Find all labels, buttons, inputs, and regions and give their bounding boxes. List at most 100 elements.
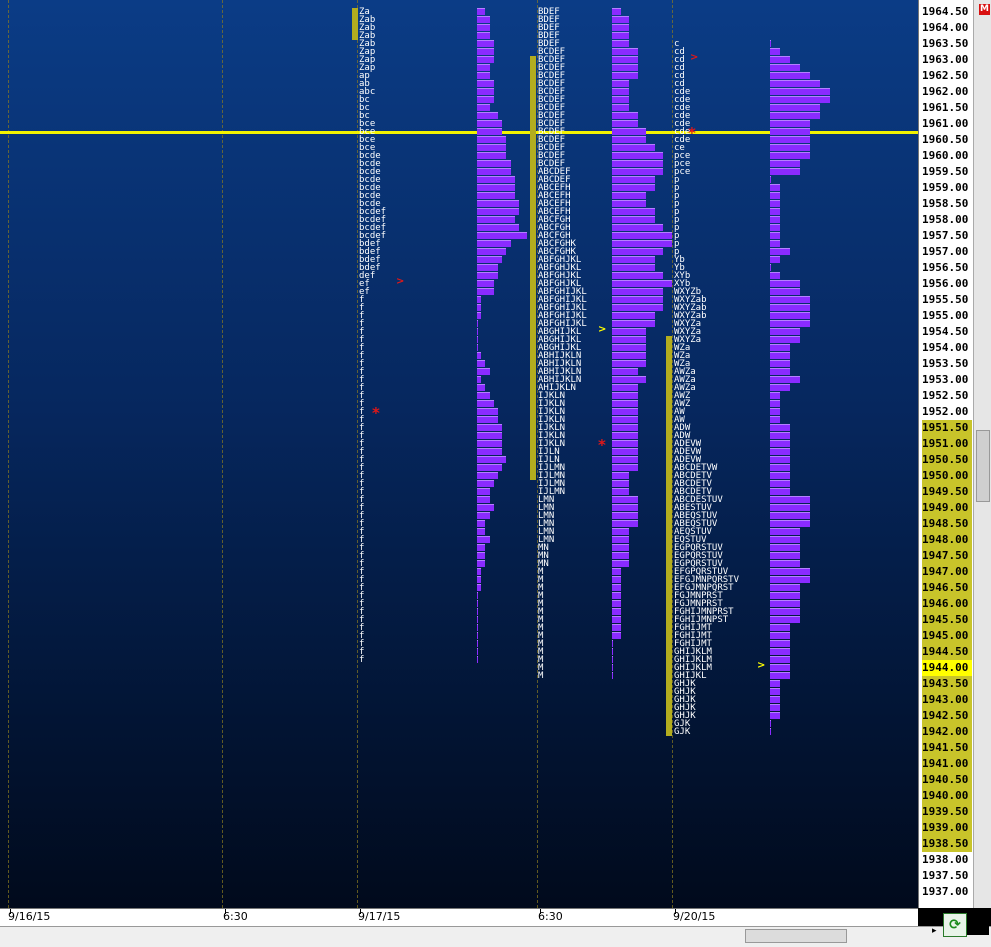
volume-bar xyxy=(770,384,790,391)
volume-bar xyxy=(612,216,655,223)
volume-bar xyxy=(477,376,482,383)
volume-bar xyxy=(477,248,507,255)
volume-bar xyxy=(477,640,478,647)
volume-bar xyxy=(770,176,771,183)
volume-bar xyxy=(612,128,646,135)
price-label: 1963.00 xyxy=(922,53,969,66)
volume-bar xyxy=(770,152,810,159)
price-label: 1959.50 xyxy=(922,165,969,178)
volume-bar xyxy=(612,288,663,295)
volume-bar xyxy=(770,664,790,671)
volume-bar xyxy=(612,464,638,471)
price-label: 1946.00 xyxy=(922,596,972,612)
price-label: 1948.00 xyxy=(922,532,972,548)
price-label: 1954.00 xyxy=(922,341,969,354)
volume-bar xyxy=(477,104,490,111)
volume-bar xyxy=(770,312,810,319)
vertical-scrollbar[interactable] xyxy=(973,0,991,908)
volume-bar xyxy=(612,24,629,31)
chart-plot-area[interactable]: Za Zab Zab Zab Zab Zap Zap Zap ap ab abc bc bc bc bce b… xyxy=(0,0,918,908)
volume-bar xyxy=(770,112,820,119)
volume-bar xyxy=(477,560,486,567)
volume-bar xyxy=(477,488,490,495)
volume-bar xyxy=(770,136,810,143)
volume-bar xyxy=(770,344,790,351)
price-label: 1938.00 xyxy=(922,853,969,866)
volume-bar xyxy=(477,240,511,247)
volume-bar xyxy=(477,128,503,135)
time-axis[interactable]: 9/16/15 6:30 9/17/15 6:30 9/20/15 xyxy=(0,908,918,927)
volume-bar xyxy=(770,304,810,311)
volume-bar xyxy=(770,712,780,719)
volume-bar xyxy=(770,496,810,503)
volume-bar xyxy=(477,352,482,359)
horizontal-scrollbar[interactable] xyxy=(745,929,847,943)
volume-bar xyxy=(770,208,780,215)
volume-bar xyxy=(477,656,478,663)
volume-bar xyxy=(477,280,494,287)
volume-bar xyxy=(770,80,820,87)
price-label: 1959.00 xyxy=(922,181,969,194)
close-star-icon: * xyxy=(372,404,380,422)
volume-bar xyxy=(477,120,503,127)
color-swatch[interactable] xyxy=(967,913,989,935)
time-label: 9/17/15 xyxy=(358,910,401,923)
volume-bar xyxy=(770,288,800,295)
volume-bar xyxy=(612,496,638,503)
volume-bar xyxy=(477,616,478,623)
scroll-right-icon[interactable]: ▸ xyxy=(932,926,937,936)
volume-bar xyxy=(770,128,810,135)
price-label: 1946.50 xyxy=(922,580,972,596)
price-label: 1957.50 xyxy=(922,229,969,242)
volume-bar xyxy=(612,440,638,447)
volume-bar xyxy=(477,408,498,415)
price-label: 1947.50 xyxy=(922,548,972,564)
price-label: 1958.00 xyxy=(922,213,969,226)
volume-bar xyxy=(770,448,790,455)
volume-bar xyxy=(612,232,672,239)
volume-bar xyxy=(612,344,646,351)
maximize-button[interactable]: M xyxy=(979,4,990,15)
volume-bar xyxy=(612,520,638,527)
volume-bar xyxy=(770,576,810,583)
arrow-marker-icon: > xyxy=(598,324,607,335)
volume-bar xyxy=(477,344,478,351)
volume-bar xyxy=(612,336,646,343)
volume-bar xyxy=(477,336,478,343)
scroll-thumb[interactable] xyxy=(976,430,990,502)
volume-bar xyxy=(770,440,790,447)
bottom-bar xyxy=(0,926,991,947)
volume-bar xyxy=(612,528,629,535)
price-axis[interactable]: 1964.50 1964.00 1963.50 1963.00 1962.50 1962.… xyxy=(918,0,974,908)
price-label: 1943.00 xyxy=(922,692,972,708)
volume-bar xyxy=(612,392,638,399)
volume-bar xyxy=(612,632,621,639)
price-label: 1964.00 xyxy=(922,21,969,34)
volume-bar xyxy=(770,272,780,279)
session-divider xyxy=(222,0,223,908)
volume-bar xyxy=(477,88,494,95)
volume-bar xyxy=(477,584,482,591)
volume-bar xyxy=(612,624,621,631)
volume-bar xyxy=(477,552,486,559)
volume-bar xyxy=(477,504,494,511)
volume-bar xyxy=(612,472,629,479)
refresh-icon[interactable]: ⟳ xyxy=(943,913,967,937)
volume-bar xyxy=(612,592,621,599)
price-label: 1961.00 xyxy=(922,117,969,130)
price-label: 1942.00 xyxy=(922,724,972,740)
price-label: 1941.00 xyxy=(922,756,972,772)
volume-bar xyxy=(770,392,780,399)
price-label: 1962.50 xyxy=(922,69,969,82)
price-label: 1937.50 xyxy=(922,869,969,882)
volume-bar xyxy=(770,232,780,239)
volume-bar xyxy=(770,488,790,495)
volume-bar xyxy=(770,256,780,263)
volume-bar xyxy=(770,528,800,535)
volume-bar xyxy=(612,40,629,47)
volume-bar xyxy=(612,512,638,519)
volume-bar xyxy=(477,472,498,479)
price-label: 1951.50 xyxy=(922,420,972,436)
volume-bar xyxy=(477,496,490,503)
volume-bar xyxy=(477,144,507,151)
